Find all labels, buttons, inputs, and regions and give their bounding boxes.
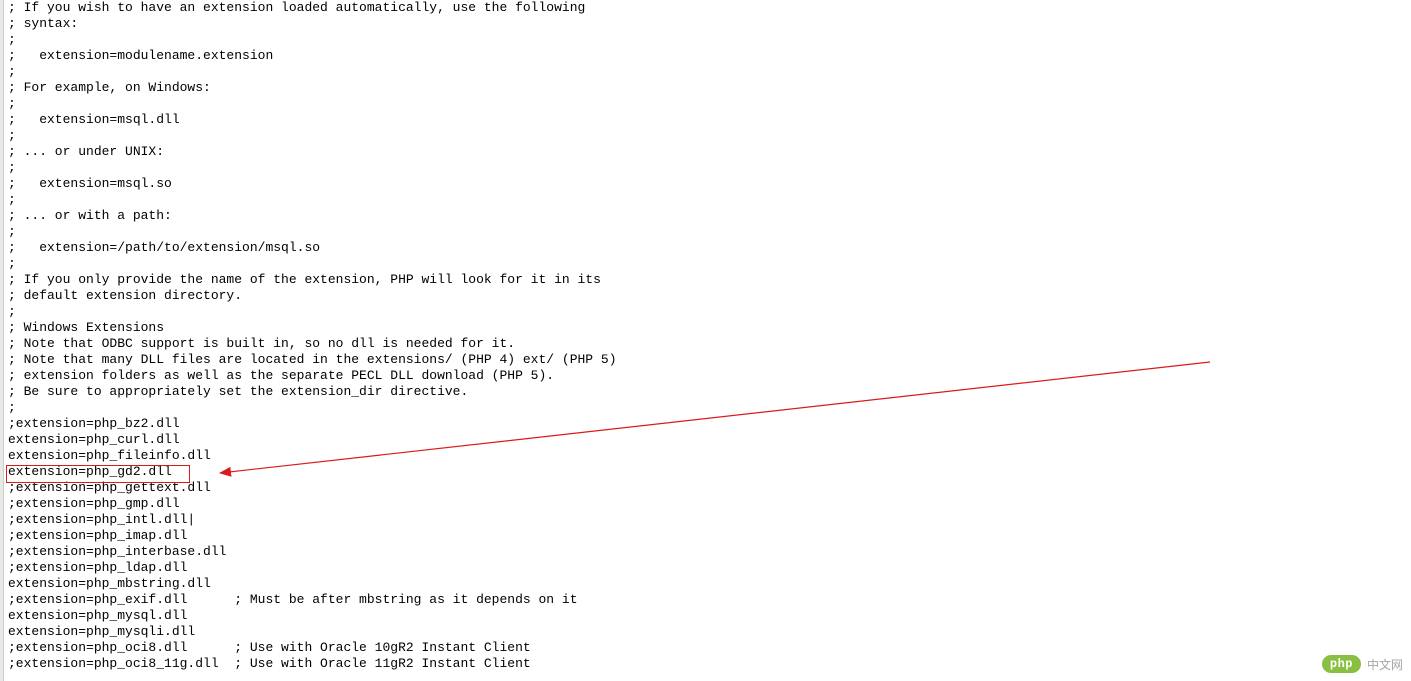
code-line[interactable]: extension=php_fileinfo.dll <box>8 448 617 464</box>
code-line[interactable]: ; Note that many DLL files are located i… <box>8 352 617 368</box>
code-line[interactable]: ; <box>8 128 617 144</box>
code-line[interactable]: ; <box>8 32 617 48</box>
code-line[interactable]: ;extension=php_bz2.dll <box>8 416 617 432</box>
code-line[interactable]: ;extension=php_imap.dll <box>8 528 617 544</box>
code-line[interactable]: ; For example, on Windows: <box>8 80 617 96</box>
code-line[interactable]: ;extension=php_oci8_11g.dll ; Use with O… <box>8 656 617 672</box>
code-line[interactable]: ; If you only provide the name of the ex… <box>8 272 617 288</box>
code-line[interactable]: ; Be sure to appropriately set the exten… <box>8 384 617 400</box>
code-line[interactable]: ; extension folders as well as the separ… <box>8 368 617 384</box>
code-line[interactable]: ; ... or with a path: <box>8 208 617 224</box>
code-line[interactable]: ;extension=php_gettext.dll <box>8 480 617 496</box>
code-line[interactable]: ; <box>8 64 617 80</box>
code-line[interactable]: ; extension=/path/to/extension/msql.so <box>8 240 617 256</box>
code-line[interactable]: ;extension=php_interbase.dll <box>8 544 617 560</box>
code-line[interactable]: ; <box>8 192 617 208</box>
watermark-badge: php <box>1322 655 1361 673</box>
code-line[interactable]: extension=php_curl.dll <box>8 432 617 448</box>
code-content[interactable]: ; If you wish to have an extension loade… <box>0 0 617 672</box>
watermark: php 中文网 <box>1322 655 1403 673</box>
code-line[interactable]: ;extension=php_exif.dll ; Must be after … <box>8 592 617 608</box>
code-line[interactable]: ; If you wish to have an extension loade… <box>8 0 617 16</box>
text-editor-view[interactable]: ; If you wish to have an extension loade… <box>0 0 1411 681</box>
code-line[interactable]: ; extension=modulename.extension <box>8 48 617 64</box>
code-line[interactable]: extension=php_gd2.dll <box>8 464 617 480</box>
code-line[interactable]: ;extension=php_intl.dll| <box>8 512 617 528</box>
code-line[interactable]: ; Note that ODBC support is built in, so… <box>8 336 617 352</box>
code-line[interactable]: ; extension=msql.dll <box>8 112 617 128</box>
code-line[interactable]: ; extension=msql.so <box>8 176 617 192</box>
watermark-text: 中文网 <box>1367 656 1403 673</box>
code-line[interactable]: ; <box>8 96 617 112</box>
code-line[interactable]: extension=php_mysqli.dll <box>8 624 617 640</box>
code-line[interactable]: ; <box>8 224 617 240</box>
code-line[interactable]: ;extension=php_oci8.dll ; Use with Oracl… <box>8 640 617 656</box>
code-line[interactable]: ; ... or under UNIX: <box>8 144 617 160</box>
code-line[interactable]: ; <box>8 304 617 320</box>
code-line[interactable]: ; syntax: <box>8 16 617 32</box>
code-line[interactable]: ; default extension directory. <box>8 288 617 304</box>
code-line[interactable]: ; <box>8 256 617 272</box>
code-line[interactable]: ; <box>8 160 617 176</box>
code-line[interactable]: ; Windows Extensions <box>8 320 617 336</box>
code-line[interactable]: ;extension=php_ldap.dll <box>8 560 617 576</box>
code-line[interactable]: ;extension=php_gmp.dll <box>8 496 617 512</box>
code-line[interactable]: ; <box>8 400 617 416</box>
code-line[interactable]: extension=php_mysql.dll <box>8 608 617 624</box>
code-line[interactable]: extension=php_mbstring.dll <box>8 576 617 592</box>
